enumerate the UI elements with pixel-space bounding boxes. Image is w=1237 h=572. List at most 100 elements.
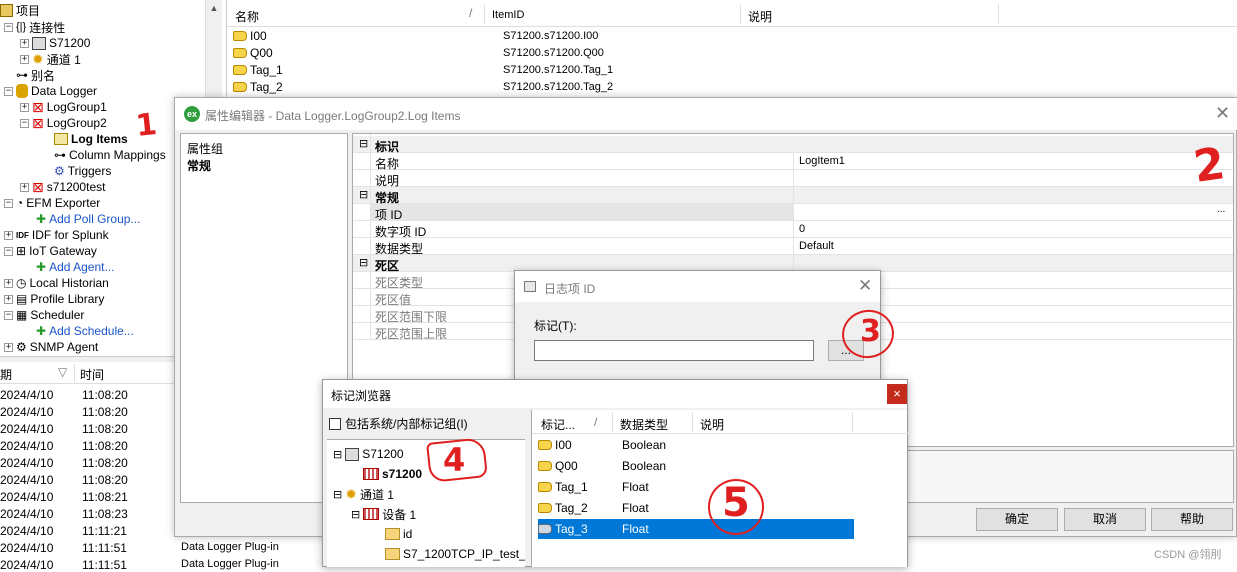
col-time-header[interactable]: 时间 xyxy=(80,366,104,383)
close-icon[interactable]: ✕ xyxy=(1215,103,1230,124)
collapse-icon[interactable]: − xyxy=(4,22,13,32)
browser-tree-device1[interactable]: ⊟ 设备 1 xyxy=(351,506,416,522)
col-type-header[interactable]: 数据类型 xyxy=(620,416,668,433)
table-row[interactable]: I00 S71200.s71200.I00 xyxy=(233,28,598,44)
browser-tree-channel1[interactable]: ⊟ ✹ 通道 1 xyxy=(333,486,394,502)
browser-tree-s71200[interactable]: ⊟ S71200 xyxy=(333,446,404,462)
expand-icon[interactable]: + xyxy=(4,342,13,352)
collapse-icon[interactable]: − xyxy=(4,310,13,320)
tree-item-add-poll-group[interactable]: ✚ Add Poll Group... xyxy=(36,211,140,227)
list-item[interactable]: I00 Boolean xyxy=(538,437,854,453)
tree-item-idf-splunk[interactable]: + IDF IDF for Splunk xyxy=(4,227,109,243)
collapse-icon[interactable]: ⊟ xyxy=(333,448,342,461)
filter-icon[interactable]: ▽ xyxy=(58,365,67,379)
table-row[interactable]: Tag_1 S71200.s71200.Tag_1 xyxy=(233,62,613,78)
add-icon: ✚ xyxy=(36,324,47,338)
annotation-4: 4 xyxy=(443,441,466,479)
collapse-icon[interactable]: ⊟ xyxy=(359,137,368,150)
checkbox-row[interactable]: 包括系统/内部标记组(I) xyxy=(329,415,468,432)
table-row[interactable]: Q00 S71200.s71200.Q00 xyxy=(233,45,604,61)
collapse-icon[interactable]: − xyxy=(4,86,13,96)
collapse-icon[interactable]: ⊟ xyxy=(351,508,360,521)
tree-item-snmp-agent[interactable]: + ⚙ SNMP Agent xyxy=(4,339,98,355)
group-general[interactable]: 常规 xyxy=(187,157,211,174)
tree-item-local-historian[interactable]: + ◷ Local Historian xyxy=(4,275,109,291)
expand-icon[interactable]: + xyxy=(20,102,29,112)
tree-item-efm-exporter[interactable]: − ◔ EFM Exporter xyxy=(4,195,100,211)
tree-item-alias[interactable]: ⊶ 别名 xyxy=(16,67,55,83)
tree-item-project[interactable]: 项目 xyxy=(0,2,40,18)
help-button[interactable]: 帮助 xyxy=(1151,508,1233,531)
collapse-icon[interactable]: ⊟ xyxy=(333,488,342,501)
expand-icon[interactable]: + xyxy=(20,54,29,64)
col-itemid-header[interactable]: ItemID xyxy=(492,9,524,21)
browser-tree: ⊟ S71200 s71200 ⊟ ✹ 通道 1 ⊟ 设备 1 id S7_12… xyxy=(327,439,525,567)
error-icon: ⊠ xyxy=(32,115,44,131)
tree-item-add-schedule[interactable]: ✚ Add Schedule... xyxy=(36,323,134,339)
log-time: 11:11:51 xyxy=(82,558,127,572)
close-icon[interactable]: ✕ xyxy=(858,276,872,296)
expand-icon[interactable]: + xyxy=(4,230,13,240)
expand-icon[interactable]: + xyxy=(4,294,13,304)
tree-item-profile-library[interactable]: + ▤ Profile Library xyxy=(4,291,104,307)
section-identification[interactable]: ⊟ 标识 xyxy=(353,136,1233,154)
col-tag-header[interactable]: 标记... xyxy=(541,416,575,433)
tree-item-log-items[interactable]: Log Items xyxy=(54,131,128,147)
prop-titlebar: ex 属性编辑器 - Data Logger.LogGroup2.Log Ite… xyxy=(175,98,1237,130)
tree-item-iot-gateway[interactable]: − ⊞ IoT Gateway xyxy=(4,243,97,259)
collapse-icon[interactable]: − xyxy=(4,246,13,256)
list-item[interactable]: Tag_1 Float xyxy=(538,479,854,495)
browser-tree-s71200-device[interactable]: s71200 xyxy=(363,466,422,482)
collapse-icon[interactable]: − xyxy=(20,118,29,128)
expand-icon[interactable]: + xyxy=(20,38,29,48)
tag-icon xyxy=(233,48,247,58)
col-name-header[interactable]: 名称 xyxy=(235,8,259,25)
tree-item-s71200[interactable]: + S71200 xyxy=(20,35,90,51)
browser-tree-s7-folder[interactable]: S7_1200TCP_IP_test_S xyxy=(385,546,525,562)
tree-item-s71200test[interactable]: + ⊠ s71200test xyxy=(20,179,105,195)
collapse-icon[interactable]: ⊟ xyxy=(359,188,368,201)
scroll-up-icon[interactable]: ▲ xyxy=(206,0,222,17)
collapse-icon[interactable]: ⊟ xyxy=(359,256,368,269)
log-row[interactable]: 2024/4/10 11:11:51 Data Logger Plug-in xyxy=(0,539,330,555)
ok-button[interactable]: 确定 xyxy=(976,508,1058,531)
annotation-5: 5 xyxy=(722,480,750,526)
tree-item-channel1[interactable]: + ✹ 通道 1 xyxy=(20,51,81,67)
tree-item-column-mappings[interactable]: ⊶ Column Mappings xyxy=(54,147,166,163)
col-date-header[interactable]: 期 xyxy=(0,366,12,383)
collapse-icon[interactable]: − xyxy=(4,198,13,208)
tree-item-loggroup1[interactable]: + ⊠ LogGroup1 xyxy=(20,99,107,115)
annotation-3: 3 xyxy=(860,314,881,349)
list-item[interactable]: Tag_2 Float xyxy=(538,500,854,516)
snmp-icon: ⚙ xyxy=(16,340,27,354)
log-time: 11:08:23 xyxy=(82,507,128,521)
groups-header: 属性组 xyxy=(187,142,224,156)
log-time: 11:08:21 xyxy=(82,490,128,504)
expand-icon[interactable]: + xyxy=(20,182,29,192)
tree-item-triggers[interactable]: ⚙ Triggers xyxy=(54,163,111,179)
name-value[interactable]: LogItem1 xyxy=(799,155,845,167)
cancel-button[interactable]: 取消 xyxy=(1064,508,1146,531)
error-icon: ⊠ xyxy=(32,179,44,195)
list-item-selected[interactable]: Tag_3 Float xyxy=(537,518,855,540)
folder-icon xyxy=(385,548,400,560)
item-id-browse-button[interactable]: ... xyxy=(1217,204,1225,215)
tree-item-loggroup2[interactable]: − ⊠ LogGroup2 xyxy=(20,115,107,131)
tag-input[interactable] xyxy=(534,340,814,361)
col-desc-header[interactable]: 说明 xyxy=(748,8,772,25)
tree-item-add-agent[interactable]: ✚ Add Agent... xyxy=(36,259,114,275)
include-system-checkbox[interactable] xyxy=(329,417,341,430)
log-row[interactable]: 2024/4/10 11:11:51 Data Logger Plug-in xyxy=(0,556,330,572)
col-desc-header[interactable]: 说明 xyxy=(700,416,724,433)
expand-icon[interactable]: + xyxy=(4,278,13,288)
tree-item-connectivity[interactable]: − {|} 连接性 xyxy=(4,19,65,35)
table-row[interactable]: Tag_2 S71200.s71200.Tag_2 xyxy=(233,79,613,95)
tag-label: 标记(T): xyxy=(534,319,577,333)
tree-item-scheduler[interactable]: − ▦ Scheduler xyxy=(4,307,84,323)
log-date: 2024/4/10 xyxy=(0,507,54,521)
connectivity-icon: {|} xyxy=(16,21,27,33)
list-item[interactable]: Q00 Boolean xyxy=(538,458,854,474)
browser-tree-id[interactable]: id xyxy=(385,526,412,542)
tree-item-data-logger[interactable]: − Data Logger xyxy=(4,83,97,99)
close-button[interactable]: × xyxy=(887,384,907,404)
